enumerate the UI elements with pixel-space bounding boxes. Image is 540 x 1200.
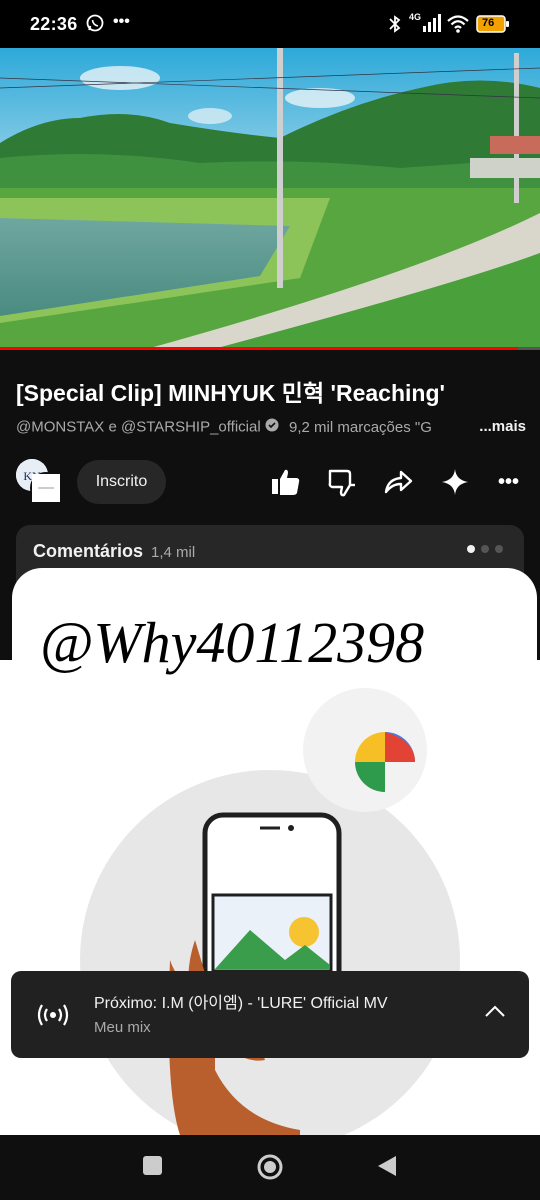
video-progress-fill <box>0 347 519 350</box>
back-button[interactable] <box>376 1154 398 1183</box>
more-icon[interactable]: ••• <box>498 466 528 498</box>
video-progress-bar[interactable] <box>0 347 540 350</box>
channel-names[interactable]: @MONSTAX e @STARSHIP_official <box>16 419 261 436</box>
comments-count: 1,4 mil <box>151 544 196 561</box>
like-icon[interactable] <box>271 466 301 498</box>
more-description-link[interactable]: ...mais <box>475 418 526 435</box>
home-button[interactable] <box>256 1153 284 1186</box>
video-meta[interactable]: @MONSTAX e @STARSHIP_official 9,2 mil ma… <box>16 418 526 438</box>
up-next-playlist: Meu mix <box>94 1019 151 1036</box>
page-dot-1 <box>467 545 475 553</box>
channel-avatar-starship[interactable] <box>30 472 62 504</box>
signature-text: @Why40112398 <box>40 610 424 675</box>
sparkle-icon[interactable] <box>440 466 470 498</box>
video-player[interactable] <box>0 48 540 350</box>
up-next-bar[interactable]: Próximo: I.M (아이엠) - 'LURE' Official MV … <box>11 971 529 1058</box>
google-photos-promo <box>0 660 540 1135</box>
broadcast-icon <box>37 1001 69 1034</box>
verified-icon <box>265 418 283 436</box>
video-frame-landscape <box>0 48 540 350</box>
page-dot-2 <box>481 545 489 553</box>
up-next-video: I.M (아이엠) - 'LURE' Official MV <box>161 995 388 1012</box>
battery-level: 76 <box>482 17 495 29</box>
bluetooth-icon <box>388 14 402 39</box>
recent-apps-button[interactable] <box>142 1155 164 1182</box>
more-notifications-icon: ••• <box>113 13 130 30</box>
signature-watermark: @Why40112398 <box>40 610 424 675</box>
whatsapp-icon <box>86 14 104 37</box>
page-dot-3 <box>495 545 503 553</box>
battery-icon: 76 <box>476 15 510 38</box>
subscribed-button[interactable]: Inscrito <box>77 460 166 504</box>
status-bar: 22:36 ••• 4G 76 <box>0 0 540 48</box>
phone-illustration <box>0 660 540 1135</box>
dislike-icon[interactable] <box>327 466 357 498</box>
network-type: 4G <box>409 12 422 22</box>
status-time: 22:36 <box>30 14 78 34</box>
tags-count: 9,2 mil marcações "G <box>289 418 432 436</box>
up-next-prefix: Próximo: <box>94 995 162 1012</box>
share-icon[interactable] <box>383 466 413 498</box>
signal-icon: 4G <box>409 12 441 39</box>
expand-chevron-icon[interactable] <box>483 1003 507 1026</box>
wifi-icon <box>446 14 470 39</box>
system-nav-bar <box>0 1135 540 1200</box>
comments-title: Comentários <box>33 541 144 561</box>
video-title: [Special Clip] MINHYUK 민혁 'Reaching' <box>16 380 445 406</box>
up-next-title: Próximo: I.M (아이엠) - 'LURE' Official MV <box>94 989 388 1013</box>
